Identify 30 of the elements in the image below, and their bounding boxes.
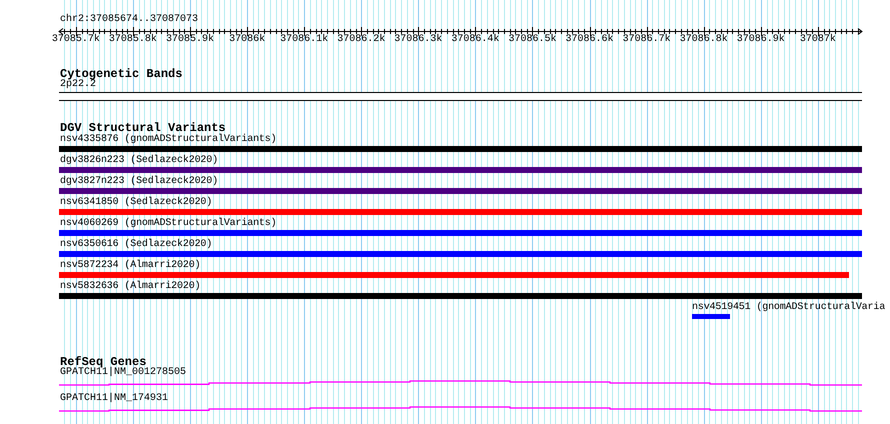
tick-label: 37086.4k xyxy=(451,35,500,45)
variant-label: nsv4335876 (gnomADStructuralVariants) xyxy=(60,135,276,145)
variant-label: nsv6341850 (Sedlazeck2020) xyxy=(60,198,212,208)
tick-label: 37086.3k xyxy=(394,35,442,45)
variant-label: nsv4060269 (gnomADStructuralVariants) xyxy=(60,219,276,229)
variant-label: dgv3826n223 (Sedlazeck2020) xyxy=(60,156,218,166)
band-label: 2p22.2 xyxy=(60,80,96,90)
tick-label: 37086.1k xyxy=(280,35,328,45)
track-title: RefSeq Genes xyxy=(60,356,146,368)
tick-label: 37086.9k xyxy=(736,35,785,45)
tick-label: 37086.6k xyxy=(566,35,614,45)
track-title: Cytogenetic Bands xyxy=(60,68,182,80)
tick-label: 37086k xyxy=(229,35,266,45)
variant-label: dgv3827n223 (Sedlazeck2020) xyxy=(60,177,218,187)
tick-label: 37086.7k xyxy=(622,35,671,45)
gene-label: GPATCH11|NM_174931 xyxy=(60,394,168,404)
tick-label: 37087k xyxy=(800,35,836,45)
variant-label: nsv4519451 (gnomADStructuralVaria xyxy=(692,303,886,313)
variant-label: nsv5872234 (Almarri2020) xyxy=(60,261,200,271)
tick-label: 37086.8k xyxy=(680,35,728,45)
variant-label: nsv5832636 (Almarri2020) xyxy=(60,282,200,292)
location-label: chr2:37085674..37087073 xyxy=(60,15,198,25)
variant-label: nsv6350616 (Sedlazeck2020) xyxy=(60,240,212,250)
tick-label: 37085.7k xyxy=(52,35,100,45)
tick-label: 37086.5k xyxy=(508,35,556,45)
gene-label: GPATCH11|NM_001278505 xyxy=(60,368,186,378)
tick-label: 37086.2k xyxy=(337,35,386,45)
tick-label: 37085.9k xyxy=(166,35,214,45)
track-title: DGV Structural Variants xyxy=(60,122,226,134)
tick-label: 37085.8k xyxy=(108,35,157,45)
